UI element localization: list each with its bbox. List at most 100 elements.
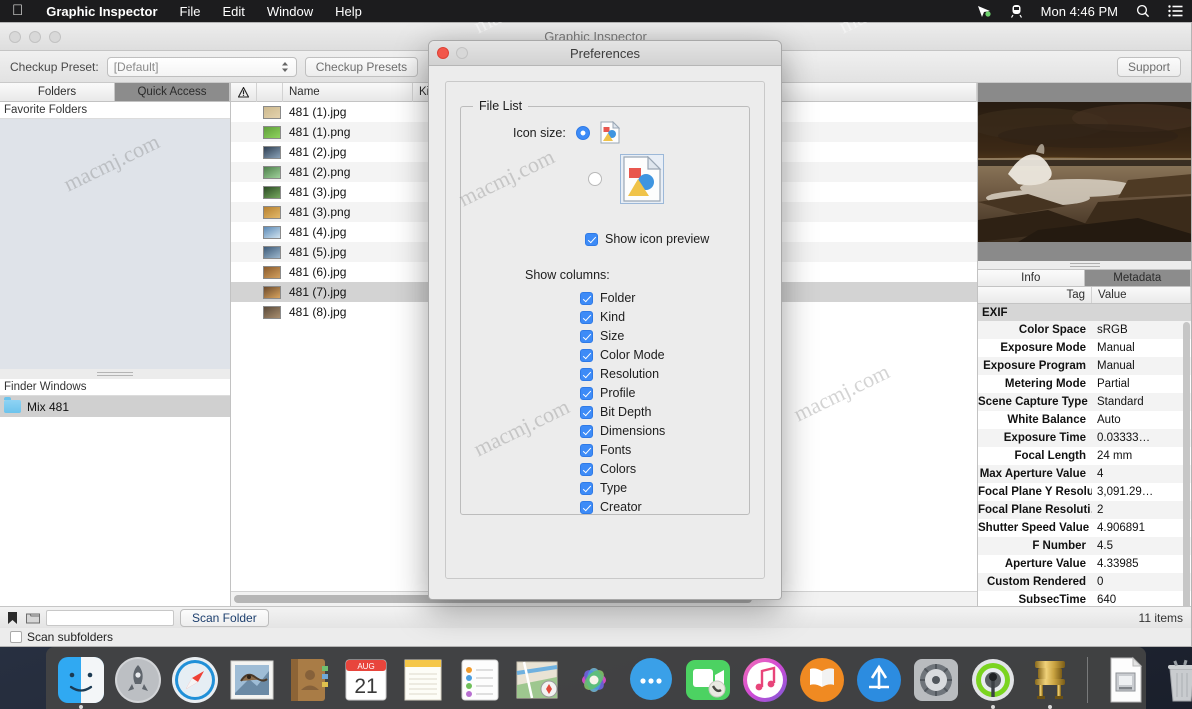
metadata-scrollbar[interactable] <box>1183 322 1190 606</box>
column-checkbox[interactable] <box>580 386 593 400</box>
column-option-row[interactable]: Size <box>580 329 735 343</box>
column-checkbox[interactable] <box>580 348 593 362</box>
column-checkbox[interactable] <box>580 405 593 419</box>
column-checkbox[interactable] <box>580 443 593 457</box>
sidebar-tab-folders[interactable]: Folders <box>0 83 115 101</box>
zoom-button[interactable] <box>49 30 61 43</box>
menu-item-window[interactable]: Window <box>256 4 324 19</box>
icon-size-small-radio[interactable] <box>575 125 590 140</box>
metadata-body[interactable]: EXIF Color Space sRGB Exposure Mode Manual E… <box>978 304 1191 606</box>
menu-item-edit[interactable]: Edit <box>211 4 255 19</box>
metadata-row[interactable]: Exposure Time 0.03333… <box>978 429 1191 447</box>
column-checkbox[interactable] <box>580 367 593 381</box>
trash-icon[interactable] <box>1157 655 1192 705</box>
checkup-presets-button[interactable]: Checkup Presets <box>304 56 419 77</box>
column-checkbox[interactable] <box>580 291 593 305</box>
minimize-button[interactable] <box>29 30 41 43</box>
close-button[interactable] <box>9 30 21 43</box>
train-icon[interactable] <box>1001 4 1032 18</box>
metadata-row[interactable]: Scene Capture Type Standard <box>978 393 1191 411</box>
column-checkbox[interactable] <box>580 462 593 476</box>
column-checkbox[interactable] <box>580 424 593 438</box>
metadata-row[interactable]: Max Aperture Value 4 <box>978 465 1191 483</box>
column-option-row[interactable]: Kind <box>580 310 735 324</box>
metadata-row[interactable]: Aperture Value 4.33985 <box>978 555 1191 573</box>
itunes-icon[interactable] <box>740 655 790 705</box>
reminders-icon[interactable] <box>455 655 505 705</box>
mail-icon[interactable] <box>227 655 277 705</box>
vpn-icon[interactable] <box>968 4 1001 18</box>
scan-subfolders-checkbox[interactable] <box>10 631 22 643</box>
metadata-row[interactable]: White Balance Auto <box>978 411 1191 429</box>
support-button[interactable]: Support <box>1116 56 1181 77</box>
apple-logo-icon[interactable]:  <box>0 3 35 18</box>
column-checkbox[interactable] <box>580 481 593 495</box>
metadata-row[interactable]: Focal Plane Y Resolu… 3,091.29… <box>978 483 1191 501</box>
column-option-row[interactable]: Colors <box>580 462 735 476</box>
checkup-preset-dropdown[interactable]: [Default] <box>106 56 297 77</box>
column-option-row[interactable]: Fonts <box>580 443 735 457</box>
finder-icon[interactable] <box>56 655 106 709</box>
menu-item-file[interactable]: File <box>169 4 212 19</box>
small-image-file-icon[interactable] <box>600 120 621 144</box>
finder-windows-list[interactable]: Mix 481 <box>0 396 230 606</box>
notification-center-icon[interactable] <box>1159 5 1192 17</box>
calendar-icon[interactable]: AUG 21 <box>341 655 391 705</box>
column-header-warning[interactable] <box>231 82 257 102</box>
column-checkbox[interactable] <box>580 310 593 324</box>
system-preferences-icon[interactable] <box>911 655 961 705</box>
metadata-column-tag[interactable]: Tag <box>978 287 1092 303</box>
tab-metadata[interactable]: Metadata <box>1084 269 1191 287</box>
messages-icon[interactable] <box>626 655 676 705</box>
bookmark-icon[interactable] <box>3 610 21 626</box>
column-checkbox[interactable] <box>580 500 593 514</box>
app-store-icon[interactable] <box>854 655 904 705</box>
metadata-row[interactable]: Exposure Program Manual <box>978 357 1191 375</box>
scan-folder-button[interactable]: Scan Folder <box>180 608 269 627</box>
sidebar-splitter[interactable] <box>0 369 230 379</box>
column-header-icon[interactable] <box>257 82 283 102</box>
path-field[interactable] <box>46 609 174 626</box>
show-icon-preview-checkbox[interactable] <box>585 232 598 246</box>
maps-icon[interactable] <box>512 655 562 705</box>
show-icon-preview-row[interactable]: Show icon preview <box>475 232 735 246</box>
photos-icon[interactable] <box>569 655 619 705</box>
column-option-row[interactable]: Folder <box>580 291 735 305</box>
column-option-row[interactable]: Color Mode <box>580 348 735 362</box>
metadata-row[interactable]: Color Space sRGB <box>978 321 1191 339</box>
safari-icon[interactable] <box>170 655 220 705</box>
document-icon[interactable] <box>1100 655 1150 705</box>
column-option-row[interactable]: Type <box>580 481 735 495</box>
facetime-icon[interactable] <box>683 655 733 705</box>
menu-app-name[interactable]: Graphic Inspector <box>35 4 168 19</box>
favorite-folders-list[interactable] <box>0 119 230 369</box>
large-image-file-icon[interactable] <box>620 154 664 204</box>
list-item[interactable]: Mix 481 <box>0 396 230 417</box>
ibooks-icon[interactable] <box>797 655 847 705</box>
notes-icon[interactable] <box>398 655 448 705</box>
metadata-column-value[interactable]: Value <box>1092 287 1191 303</box>
column-checkbox[interactable] <box>580 329 593 343</box>
menu-item-help[interactable]: Help <box>324 4 373 19</box>
contacts-icon[interactable] <box>284 655 334 705</box>
launchpad-icon[interactable] <box>113 655 163 705</box>
metadata-row[interactable]: SubsecTime 640 <box>978 591 1191 606</box>
metadata-row[interactable]: Metering Mode Partial <box>978 375 1191 393</box>
metadata-row[interactable]: F Number 4.5 <box>978 537 1191 555</box>
column-option-row[interactable]: Dimensions <box>580 424 735 438</box>
icon-size-large-radio[interactable] <box>588 172 602 186</box>
metadata-row[interactable]: Shutter Speed Value 4.906891 <box>978 519 1191 537</box>
column-option-row[interactable]: Creator <box>580 500 735 514</box>
menubar-clock[interactable]: Mon 4:46 PM <box>1032 4 1127 19</box>
column-option-row[interactable]: Profile <box>580 386 735 400</box>
column-header-name[interactable]: Name <box>283 82 413 102</box>
metadata-row[interactable]: Focal Plane Resoluti… 2 <box>978 501 1191 519</box>
graphic-inspector-icon[interactable] <box>1025 655 1075 709</box>
metadata-row[interactable]: Focal Length 24 mm <box>978 447 1191 465</box>
metadata-row[interactable]: Custom Rendered 0 <box>978 573 1191 591</box>
scan-subfolders-row[interactable]: Scan subfolders <box>0 628 1191 646</box>
column-option-row[interactable]: Bit Depth <box>580 405 735 419</box>
search-icon[interactable] <box>1127 4 1159 18</box>
audio-app-icon[interactable] <box>968 655 1018 709</box>
preview-resize-handle[interactable] <box>978 261 1191 269</box>
